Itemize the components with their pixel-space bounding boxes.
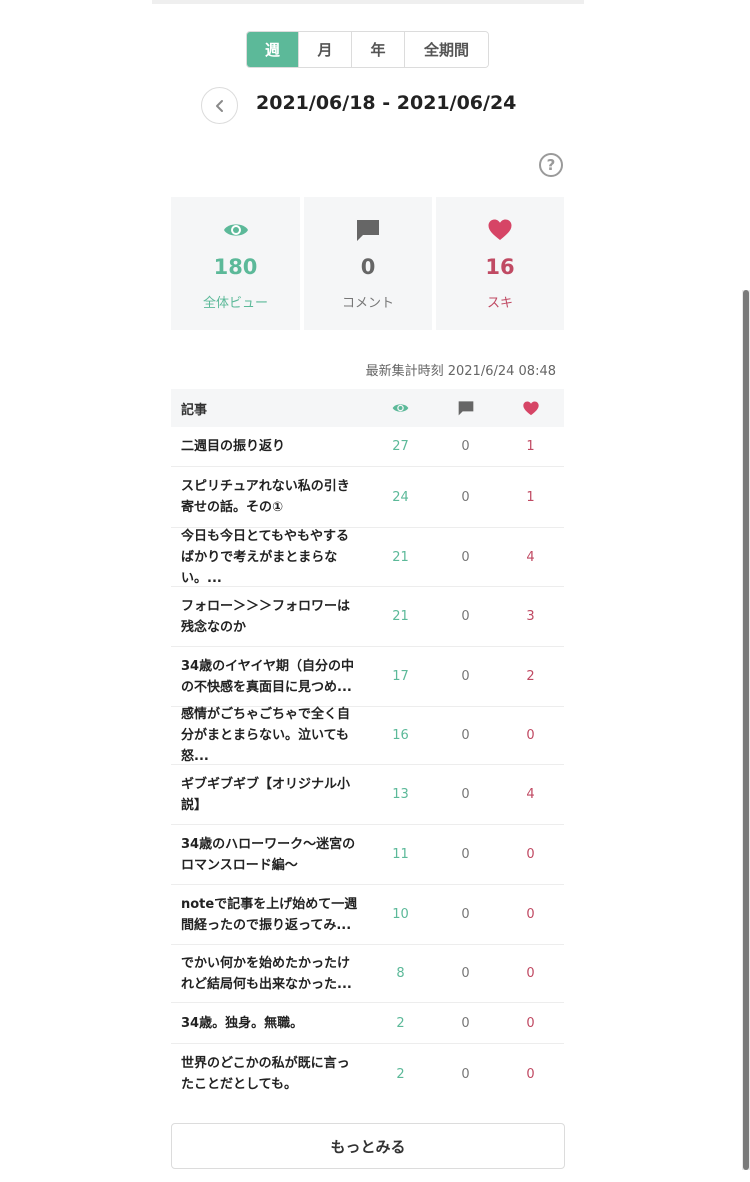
article-views: 24	[392, 489, 409, 505]
article-likes: 1	[526, 439, 535, 454]
article-title[interactable]: 世界のどこかの私が既に言ったことだとしても。	[171, 1053, 368, 1095]
top-divider	[152, 0, 584, 4]
article-title[interactable]: 感情がごちゃごちゃで全く自分がまとまらない。泣いても怒...	[171, 704, 368, 767]
comment-icon	[357, 220, 379, 241]
article-likes: 2	[526, 669, 535, 684]
date-range: 2021/06/18 - 2021/06/24	[256, 92, 517, 114]
stat-comments-label: コメント	[341, 296, 394, 311]
article-comments: 0	[461, 728, 470, 743]
stat-card-views: 180 全体ビュー	[171, 197, 300, 330]
article-title[interactable]: フォロー＞＞＞フォロワーは残念なのか	[171, 596, 368, 638]
column-title-header: 記事	[181, 402, 208, 418]
last-updated: 最新集計時刻 2021/6/24 08:48	[365, 364, 556, 379]
column-likes-header	[498, 401, 563, 416]
tab-year[interactable]: 年	[352, 32, 405, 67]
article-title[interactable]: 今日も今日とてもやもやするばかりで考えがまとまらない。...	[171, 526, 368, 589]
article-title[interactable]: noteで記事を上げ始めて一週間経ったので振り返ってみ...	[171, 894, 368, 936]
table-row[interactable]: noteで記事を上げ始めて一週間経ったので振り返ってみ... 10 0 0	[171, 885, 564, 945]
tab-all-time[interactable]: 全期間	[405, 32, 488, 67]
previous-period-button[interactable]	[201, 87, 238, 124]
period-tabs: 週 月 年 全期間	[246, 31, 489, 68]
article-title[interactable]: 34歳。独身。無職。	[171, 1013, 368, 1034]
article-likes: 4	[526, 549, 535, 565]
article-title[interactable]: でかい何かを始めたかったけれど結局何も出来なかった...	[171, 953, 368, 995]
table-row[interactable]: ギブギブギブ【オリジナル小説】 13 0 4	[171, 765, 564, 825]
column-views-header	[368, 402, 433, 414]
article-comments: 0	[461, 489, 470, 505]
table-row[interactable]: スピリチュアれない私の引き寄せの話。その① 24 0 1	[171, 467, 564, 528]
article-comments: 0	[461, 669, 470, 684]
article-views: 13	[392, 787, 409, 802]
heart-icon	[522, 401, 539, 415]
article-title[interactable]: 34歳のイヤイヤ期（自分の中の不快感を真面目に見つめ...	[171, 656, 368, 698]
article-views: 27	[392, 439, 409, 454]
article-likes: 0	[526, 1066, 535, 1082]
table-row[interactable]: フォロー＞＞＞フォロワーは残念なのか 21 0 3	[171, 587, 564, 647]
stat-views-value: 180	[213, 255, 258, 279]
article-views: 2	[396, 1066, 405, 1082]
stat-card-comments: 0 コメント	[304, 197, 432, 330]
stat-card-likes: 16 スキ	[436, 197, 564, 330]
article-comments: 0	[461, 1066, 470, 1082]
article-title[interactable]: スピリチュアれない私の引き寄せの話。その①	[171, 476, 368, 518]
article-likes: 0	[526, 847, 535, 862]
article-views: 2	[396, 1015, 405, 1031]
article-comments: 0	[461, 1015, 470, 1031]
stat-comments-value: 0	[360, 255, 376, 279]
article-title[interactable]: 34歳のハローワーク〜迷宮のロマンスロード編〜	[171, 834, 368, 876]
article-likes: 0	[526, 1015, 535, 1031]
heart-icon	[488, 219, 512, 240]
article-comments: 0	[461, 907, 470, 922]
article-views: 21	[392, 549, 409, 565]
table-row[interactable]: 感情がごちゃごちゃで全く自分がまとまらない。泣いても怒... 16 0 0	[171, 707, 564, 765]
table-row[interactable]: でかい何かを始めたかったけれど結局何も出来なかった... 8 0 0	[171, 945, 564, 1003]
article-comments: 0	[461, 787, 470, 802]
article-likes: 0	[526, 728, 535, 743]
stat-likes-value: 16	[485, 255, 515, 279]
tab-week[interactable]: 週	[247, 32, 299, 67]
article-comments: 0	[461, 549, 470, 565]
article-comments: 0	[461, 847, 470, 862]
articles-table: 記事 二週目の振り返り 27 0 1 スピリチュアれない私の引き寄せの話。その①…	[171, 389, 564, 1104]
stat-likes-label: スキ	[486, 296, 513, 311]
scrollbar[interactable]	[742, 290, 750, 1170]
table-row[interactable]: 今日も今日とてもやもやするばかりで考えがまとまらない。... 21 0 4	[171, 528, 564, 587]
tab-month[interactable]: 月	[299, 32, 352, 67]
article-views: 10	[392, 907, 409, 922]
article-likes: 0	[526, 966, 535, 981]
show-more-button[interactable]: もっとみる	[171, 1123, 565, 1169]
scrollbar-thumb[interactable]	[743, 290, 749, 1170]
table-row[interactable]: 二週目の振り返り 27 0 1	[171, 427, 564, 467]
table-row[interactable]: 34歳。独身。無職。 2 0 0	[171, 1003, 564, 1044]
table-row[interactable]: 34歳のハローワーク〜迷宮のロマンスロード編〜 11 0 0	[171, 825, 564, 885]
article-title[interactable]: 二週目の振り返り	[171, 436, 368, 457]
article-title[interactable]: ギブギブギブ【オリジナル小説】	[171, 774, 368, 816]
table-row[interactable]: 世界のどこかの私が既に言ったことだとしても。 2 0 0	[171, 1044, 564, 1104]
article-likes: 1	[526, 489, 535, 505]
eye-icon	[223, 224, 248, 236]
article-views: 17	[392, 669, 409, 684]
table-row[interactable]: 34歳のイヤイヤ期（自分の中の不快感を真面目に見つめ... 17 0 2	[171, 647, 564, 707]
stat-views-label: 全体ビュー	[202, 296, 268, 311]
article-likes: 0	[526, 907, 535, 922]
help-icon[interactable]: ?	[539, 153, 563, 177]
article-views: 21	[392, 609, 409, 624]
eye-icon	[392, 404, 409, 412]
article-comments: 0	[461, 609, 470, 624]
article-comments: 0	[461, 439, 470, 454]
article-views: 16	[392, 728, 409, 743]
article-comments: 0	[461, 966, 470, 981]
article-likes: 4	[526, 787, 535, 802]
article-views: 8	[396, 966, 405, 981]
table-header: 記事	[171, 389, 564, 427]
column-comments-header	[433, 400, 498, 416]
comment-icon	[458, 401, 473, 416]
chevron-left-icon	[215, 99, 223, 112]
article-views: 11	[392, 847, 409, 862]
article-likes: 3	[526, 609, 535, 624]
